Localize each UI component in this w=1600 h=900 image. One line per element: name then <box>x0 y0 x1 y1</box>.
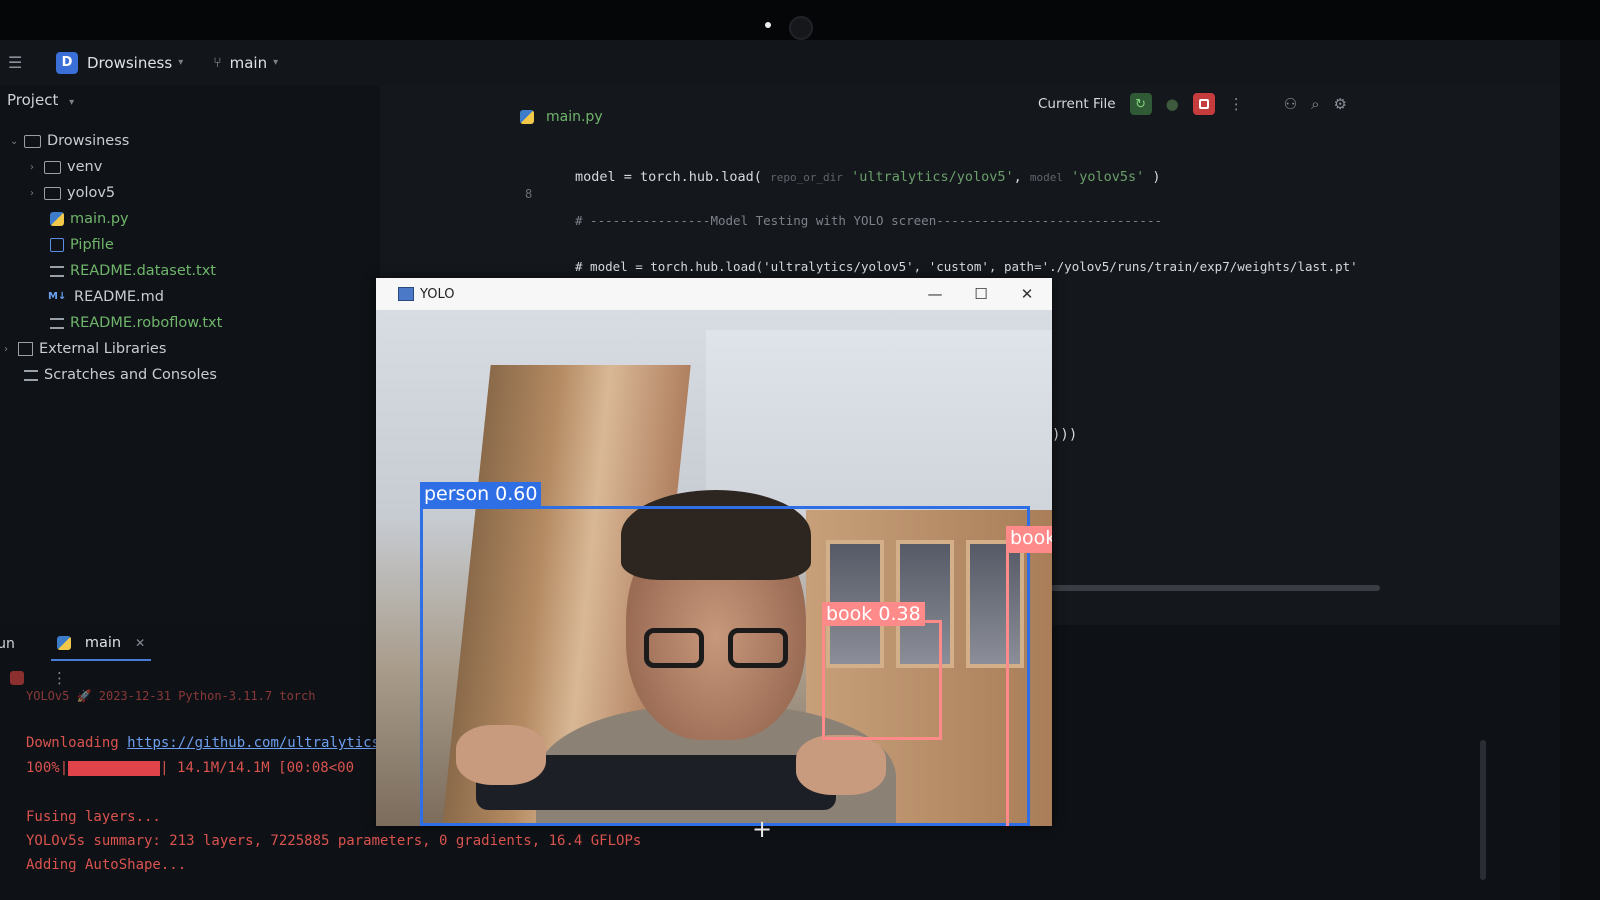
folder-icon <box>44 186 61 200</box>
detection-label-book: book <box>1006 526 1052 550</box>
main-menu-icon[interactable]: ☰ <box>8 53 26 72</box>
yolo-window[interactable]: YOLO — ☐ ✕ person 0.60 book 0.38 book <box>376 278 1052 826</box>
detection-label-person: person 0.60 <box>420 482 542 506</box>
markdown-file-icon: M↓ <box>48 290 67 302</box>
param-hint: model <box>1029 171 1064 184</box>
yolo-title: YOLO <box>420 286 455 302</box>
chevron-right-icon[interactable]: › <box>30 162 44 173</box>
chevron-down-icon[interactable]: ▾ <box>178 57 183 68</box>
tree-item-label: yolov5 <box>67 185 116 201</box>
tree-item-label: Scratches and Consoles <box>44 367 217 383</box>
tree-item-readme-roboflow[interactable]: README.roboflow.txt <box>50 311 222 335</box>
tree-item-external-libraries[interactable]: › External Libraries <box>4 337 166 361</box>
search-icon[interactable]: ⌕ <box>1311 95 1319 113</box>
project-sidebar: Project ▾ ⌄ Drowsiness › venv › yolov5 main… <box>0 85 380 625</box>
python-file-icon <box>50 212 64 226</box>
yolo-titlebar[interactable]: YOLO — ☐ ✕ <box>376 278 1052 310</box>
editor-tab-main-py[interactable]: main.py <box>520 109 603 125</box>
python-file-icon <box>520 110 534 124</box>
horizontal-scrollbar[interactable] <box>1050 585 1380 591</box>
close-icon[interactable]: ✕ <box>135 636 145 650</box>
webcam-feed: person 0.60 book 0.38 book <box>376 310 1052 826</box>
add-user-icon[interactable]: ⚇ <box>1284 95 1297 113</box>
git-branch-icon: ⑂ <box>213 54 222 71</box>
tree-item-label: venv <box>67 159 103 175</box>
text-file-icon <box>50 317 64 329</box>
branch-name[interactable]: main <box>230 54 267 72</box>
stop-button[interactable] <box>1192 93 1215 115</box>
code-line-fragment: ))) <box>1052 427 1078 443</box>
more-actions-icon[interactable]: ⋮ <box>1229 95 1244 113</box>
tree-item-label: Drowsiness <box>47 133 130 149</box>
webcam-indicator <box>765 22 771 28</box>
stop-button[interactable] <box>10 671 24 685</box>
project-name[interactable]: Drowsiness <box>87 54 172 72</box>
run-config-select[interactable]: Current File <box>1038 96 1116 112</box>
code-comment: # ----------------Model Testing with YOL… <box>575 213 1162 228</box>
chevron-right-icon[interactable]: › <box>4 344 18 355</box>
download-link[interactable]: https://github.com/ultralytics <box>127 735 380 751</box>
mouse-cursor: + <box>752 815 773 843</box>
gear-icon[interactable]: ⚙ <box>1334 95 1347 113</box>
line-number: 8 <box>525 187 533 201</box>
console-line: Downloading https://github.com/ultralyti… <box>26 735 381 751</box>
console-line: Adding AutoShape... <box>26 857 187 873</box>
tree-item-scratches[interactable]: Scratches and Consoles <box>24 363 217 387</box>
chevron-down-icon[interactable]: ▾ <box>69 97 74 108</box>
detection-label-book: book 0.38 <box>822 602 925 626</box>
maximize-button[interactable]: ☐ <box>970 284 992 304</box>
tree-item-drowsiness[interactable]: ⌄ Drowsiness <box>10 129 129 153</box>
tree-item-label: README.dataset.txt <box>70 263 216 279</box>
tree-item-yolov5[interactable]: › yolov5 <box>30 181 115 205</box>
tree-item-label: External Libraries <box>39 341 167 357</box>
stop-icon <box>1198 99 1209 109</box>
run-panel-label: Run <box>0 636 15 652</box>
minimize-button[interactable]: — <box>924 284 946 304</box>
tree-item-venv[interactable]: › venv <box>30 155 102 179</box>
console-line: YOLOv5 🚀 2023-12-31 Python-3.11.7 torch <box>26 689 316 703</box>
run-tab-main[interactable]: main ✕ <box>50 627 152 661</box>
detection-box-book <box>822 620 942 740</box>
progress-bar <box>68 760 161 776</box>
vertical-scrollbar[interactable] <box>1480 740 1486 880</box>
rerun-button[interactable]: ↻ <box>1129 93 1152 115</box>
chevron-down-icon[interactable]: ▾ <box>273 57 278 68</box>
chevron-right-icon[interactable]: › <box>30 188 44 199</box>
webcam <box>789 16 813 40</box>
tree-item-readme-md[interactable]: M↓ README.md <box>48 285 164 309</box>
tree-item-label: main.py <box>70 211 129 227</box>
editor-tab-label: main.py <box>546 109 603 125</box>
library-icon <box>18 342 33 356</box>
code-line: # model = torch.hub.load('ultralytics/yo… <box>575 259 1358 274</box>
project-badge[interactable]: D <box>56 51 78 74</box>
console-progress: 100%| | 14.1M/14.1M [00:08<00 <box>26 760 355 776</box>
console-line: Fusing layers... <box>26 809 161 825</box>
tree-item-main-py[interactable]: main.py <box>50 207 129 231</box>
chevron-down-icon[interactable]: ⌄ <box>10 136 24 147</box>
debug-icon[interactable]: ● <box>1166 95 1179 113</box>
scratches-icon <box>24 369 38 381</box>
detection-box-book <box>1006 550 1052 826</box>
tree-item-label: README.roboflow.txt <box>70 315 223 331</box>
folder-icon <box>24 134 41 148</box>
code-line: model = torch.hub.load( repo_or_dir 'ult… <box>575 169 1161 185</box>
python-file-icon <box>56 636 71 650</box>
more-actions-icon[interactable]: ⋮ <box>52 669 67 687</box>
tree-item-label: README.md <box>74 289 164 305</box>
run-toolbar: Current File ↻ ● ⋮ ⚇ ⌕ ⚙ <box>1038 93 1347 115</box>
tree-item-pipfile[interactable]: Pipfile <box>50 233 114 257</box>
ide-topbar: ☰ D Drowsiness ▾ ⑂ main ▾ <box>0 40 1560 85</box>
console-line: YOLOv5s summary: 213 layers, 7225885 par… <box>26 833 642 849</box>
wall <box>706 330 1052 520</box>
pipfile-icon <box>50 238 64 252</box>
close-button[interactable]: ✕ <box>1016 284 1038 304</box>
tree-item-readme-dataset[interactable]: README.dataset.txt <box>50 259 216 283</box>
app-icon <box>398 287 414 301</box>
param-hint: repo_or_dir <box>770 171 843 184</box>
tree-item-label: Pipfile <box>70 237 114 253</box>
folder-icon <box>44 160 61 174</box>
text-file-icon <box>50 265 64 277</box>
project-header[interactable]: Project ▾ <box>7 91 74 109</box>
run-tab-label: main <box>84 635 122 651</box>
